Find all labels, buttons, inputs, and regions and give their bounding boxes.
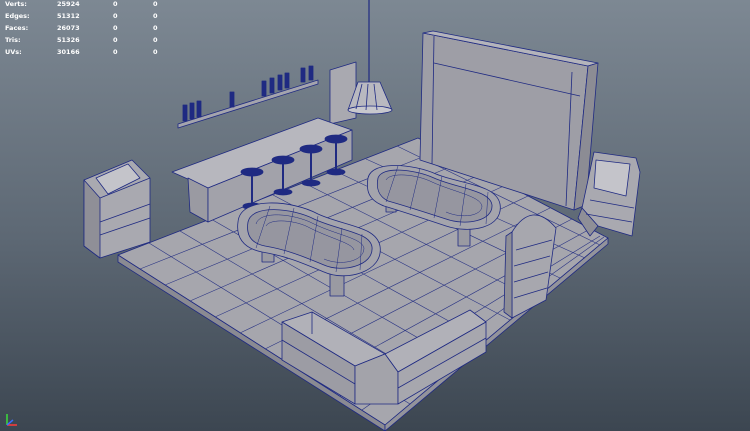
- viewport[interactable]: Verts: 25924 0 0 Edges: 51312 0 0 Faces:…: [0, 0, 750, 431]
- bottle-shelf[interactable]: [177, 65, 319, 129]
- scene-mesh[interactable]: [0, 0, 750, 431]
- hanging-lamp[interactable]: [347, 0, 393, 115]
- back-door[interactable]: [329, 61, 357, 125]
- xyz-axis-icon: [6, 414, 17, 426]
- slot-machine-left[interactable]: [83, 159, 151, 259]
